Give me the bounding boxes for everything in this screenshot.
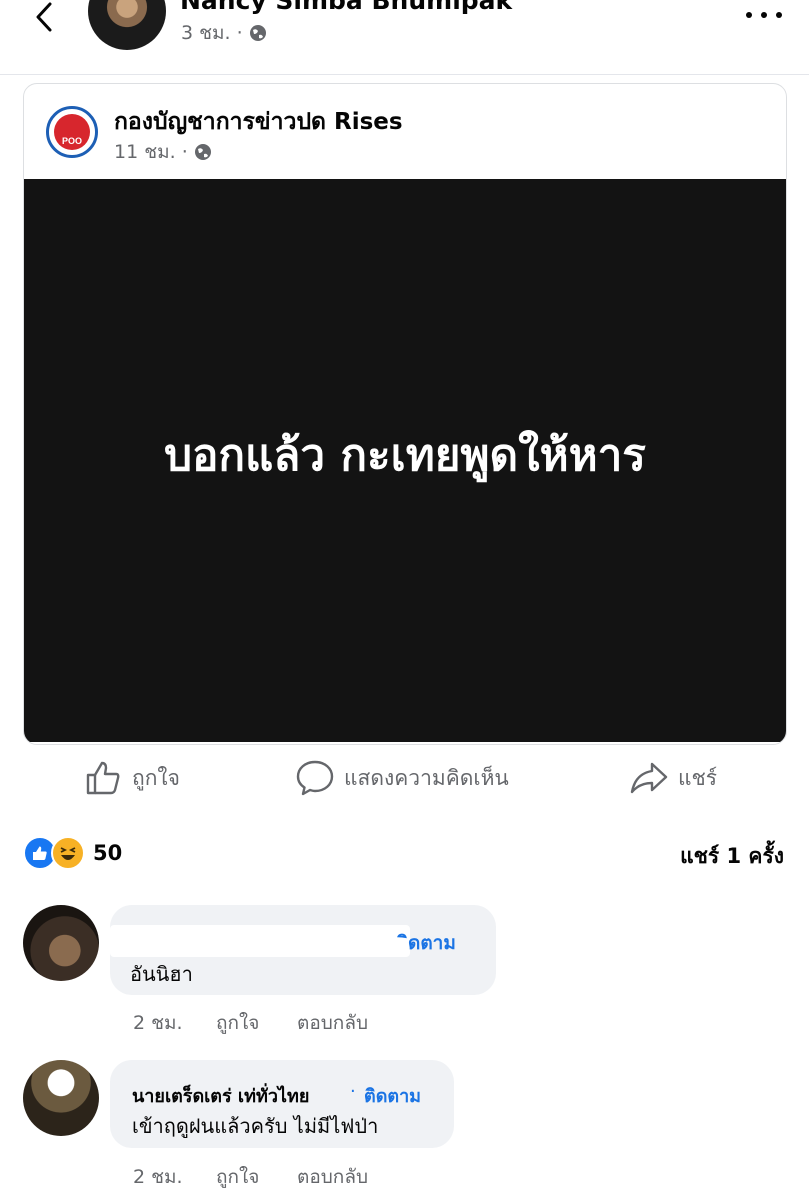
- post-image[interactable]: บอกแล้ว กะเทยพูดให้หาร: [24, 179, 786, 742]
- more-dots-icon[interactable]: [744, 4, 784, 26]
- page-avatar[interactable]: POO: [46, 106, 98, 158]
- comment-reply-button[interactable]: ตอบกลับ: [297, 1162, 368, 1192]
- globe-icon: [249, 25, 266, 41]
- globe-icon: [194, 144, 211, 160]
- share-arrow-icon: [630, 762, 668, 794]
- commenter-avatar[interactable]: [23, 905, 99, 981]
- comment-time: 2 ชม.: [133, 1166, 183, 1188]
- page-name[interactable]: กองบัญชาการข่าวปด Rises: [114, 104, 403, 140]
- shared-post-time: 11 ชม.: [114, 141, 176, 163]
- commenter-avatar[interactable]: [23, 1060, 99, 1136]
- follow-link[interactable]: ิดตาม: [408, 928, 456, 958]
- thumbs-up-icon: [86, 761, 120, 795]
- follow-link[interactable]: ติดตาม: [364, 1081, 421, 1110]
- haha-reaction-icon: [51, 836, 85, 870]
- page-avatar-label: POO: [61, 136, 82, 146]
- commenter-name[interactable]: นายเตร็ดเตร่ เท่ทั่วไทย: [132, 1081, 309, 1110]
- like-button[interactable]: ถูกใจ: [84, 756, 180, 800]
- reactions-summary[interactable]: 50: [23, 836, 122, 870]
- share-button[interactable]: แชร์: [630, 756, 717, 800]
- author-post-meta: 3 ชม. ·: [181, 18, 267, 48]
- post-image-text: บอกแล้ว กะเทยพูดให้หาร: [164, 429, 646, 481]
- comment-time: 2 ชม.: [133, 1012, 183, 1034]
- share-button-label: แชร์: [678, 765, 718, 790]
- meta-separator: ·: [181, 141, 188, 163]
- comment-reply-button[interactable]: ตอบกลับ: [297, 1008, 368, 1038]
- comment-bubble-icon: [296, 760, 334, 796]
- shared-post-card[interactable]: POO กองบัญชาการข่าวปด Rises 11 ชม. · บอก…: [23, 83, 787, 745]
- comment-like-button[interactable]: ถูกใจ: [216, 1008, 259, 1038]
- post-time: 3 ชม.: [181, 22, 231, 44]
- name-separator: ·: [350, 1081, 356, 1102]
- comment-text: เข้าฤดูฝนแล้วครับ ไม่มีไฟป่า: [132, 1114, 379, 1138]
- like-button-label: ถูกใจ: [132, 765, 180, 790]
- reaction-count: 50: [93, 841, 123, 865]
- comment-button-label: แสดงความคิดเห็น: [344, 765, 509, 790]
- comment-like-button[interactable]: ถูกใจ: [216, 1162, 259, 1192]
- back-arrow-icon[interactable]: [30, 0, 60, 34]
- comment-text: อันนิฮา: [130, 962, 193, 986]
- author-name[interactable]: Nancy Simba Bhumipak: [180, 0, 512, 15]
- shared-post-meta: 11 ชม. ·: [114, 137, 212, 167]
- meta-separator: ·: [236, 22, 243, 44]
- share-count[interactable]: แชร์ 1 ครั้ง: [680, 840, 784, 873]
- comment-button[interactable]: แสดงความคิดเห็น: [296, 756, 509, 800]
- redacted-commenter-name: [110, 925, 410, 957]
